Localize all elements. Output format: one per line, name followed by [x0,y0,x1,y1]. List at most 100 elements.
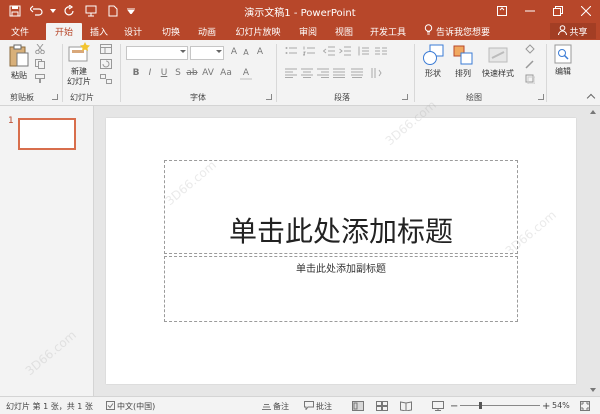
clear-formatting-icon[interactable]: A [254,47,266,57]
text-direction-icon[interactable] [370,68,384,81]
align-right-icon[interactable] [316,68,330,81]
tab-view[interactable]: 视图 [332,23,356,40]
close-icon[interactable] [572,0,600,22]
font-color-icon[interactable]: A [240,68,252,80]
columns-icon[interactable] [374,46,388,59]
title-placeholder[interactable]: 单击此处添加标题 [164,160,518,254]
notes-button[interactable]: 备注 [262,401,289,412]
new-slide-label-1: 新建 [71,67,87,76]
justify-icon[interactable] [332,68,346,81]
group-label-clipboard: 剪贴板 [10,93,34,102]
slide-thumbnail-pane: 1 [0,106,94,396]
tab-animations[interactable]: 动画 [194,23,220,40]
zoom-in-icon[interactable]: + [542,401,550,412]
slide-thumbnail[interactable] [18,118,76,150]
arrange-button[interactable]: 排列 [450,44,476,79]
share-button[interactable]: 共享 [550,23,596,39]
tab-slideshow[interactable]: 幻灯片放映 [232,23,284,40]
quick-styles-label: 快速样式 [482,69,514,78]
shadow-icon[interactable]: S [172,68,184,78]
bold-icon[interactable]: B [130,68,142,78]
slideshow-view-icon[interactable] [432,401,444,411]
slide-sorter-icon[interactable] [376,401,388,411]
align-center-icon[interactable] [300,68,314,81]
format-painter-icon[interactable] [34,74,46,87]
character-spacing-icon[interactable]: AV [202,68,214,78]
tab-file[interactable]: 文件 [6,23,34,40]
tab-developer[interactable]: 开发工具 [368,23,408,40]
increase-font-icon[interactable]: A [228,47,240,57]
group-label-slides: 幻灯片 [70,93,94,102]
strikethrough-icon[interactable]: ab [186,68,198,78]
collapse-ribbon-icon[interactable] [586,93,596,103]
shape-effects-icon[interactable] [524,74,536,87]
share-label: 共享 [569,27,588,38]
fit-to-window-icon[interactable] [580,401,590,411]
font-name-combo[interactable] [126,46,188,60]
status-bar: 幻灯片 第 1 张，共 1 张 中文(中国) 备注 批注 − + 54% [0,396,600,414]
tab-transitions[interactable]: 切换 [158,23,184,40]
shapes-button[interactable]: 形状 [420,44,446,79]
scroll-up-icon[interactable] [590,110,596,114]
underline-icon[interactable]: U [158,68,170,78]
language-indicator[interactable]: 中文(中国) [106,401,155,412]
numbering-icon[interactable] [302,46,316,59]
cut-icon[interactable] [34,43,46,57]
ribbon-display-options-icon[interactable] [488,0,516,22]
tab-insert[interactable]: 插入 [86,23,112,40]
italic-icon[interactable]: I [144,68,156,78]
vertical-scrollbar[interactable] [586,106,600,396]
copy-icon[interactable] [34,59,46,72]
subtitle-placeholder-text: 单击此处添加副标题 [296,264,386,275]
comments-button[interactable]: 批注 [304,401,332,412]
zoom-slider-knob[interactable] [479,402,482,409]
restore-icon[interactable] [544,0,572,22]
zoom-slider[interactable] [460,402,540,409]
decrease-font-icon[interactable]: A [240,48,252,57]
line-spacing-icon[interactable] [356,46,370,59]
reset-icon[interactable] [98,59,114,72]
scroll-down-icon[interactable] [590,388,596,392]
editing-label: 编辑 [555,67,571,76]
decrease-indent-icon[interactable] [322,46,336,59]
paragraph-launcher-icon[interactable] [402,94,408,100]
bullets-icon[interactable] [284,46,298,59]
layout-icon[interactable] [98,44,114,57]
shapes-label: 形状 [425,69,441,78]
tell-me-search[interactable]: 告诉我您想要 [424,24,490,38]
zoom-out-icon[interactable]: − [450,401,458,412]
reading-view-icon[interactable] [400,401,412,411]
distributed-icon[interactable] [350,68,364,81]
group-label-paragraph: 段落 [334,93,350,102]
drawing-launcher-icon[interactable] [538,94,544,100]
clipboard-launcher-icon[interactable] [52,94,58,100]
quick-styles-button[interactable]: 快速样式 [478,44,518,79]
section-icon[interactable] [98,74,114,87]
change-case-icon[interactable]: Aa [220,68,232,78]
increase-indent-icon[interactable] [338,46,352,59]
tab-home[interactable]: 开始 [46,23,82,40]
shape-fill-icon[interactable] [524,44,536,57]
language-label: 中文(中国) [117,402,156,411]
title-placeholder-text: 单击此处添加标题 [228,215,453,248]
tab-design[interactable]: 设计 [120,23,146,40]
shapes-icon [423,44,444,65]
minimize-icon[interactable] [516,0,544,22]
editing-button[interactable]: 编辑 [548,44,578,77]
paste-button[interactable]: 粘贴 [6,44,32,81]
align-left-icon[interactable] [284,68,298,81]
workspace: 1 单击此处添加标题 单击此处添加副标题 3D66.com 3D66.com 3… [0,98,600,396]
normal-view-icon[interactable] [352,401,364,411]
group-separator [414,44,415,102]
zoom-level[interactable]: 54% [552,401,570,410]
font-size-combo[interactable] [190,46,224,60]
tab-review[interactable]: 审阅 [296,23,320,40]
subtitle-placeholder[interactable]: 单击此处添加副标题 [164,256,518,322]
new-slide-button[interactable]: 新建 幻灯片 [64,42,94,87]
shape-outline-icon[interactable] [524,59,536,72]
new-slide-icon [68,42,90,62]
font-launcher-icon[interactable] [266,94,272,100]
slide-canvas[interactable]: 单击此处添加标题 单击此处添加副标题 [106,118,576,384]
arrange-icon [453,45,473,65]
title-bar: 演示文稿1 - PowerPoint [0,0,600,22]
